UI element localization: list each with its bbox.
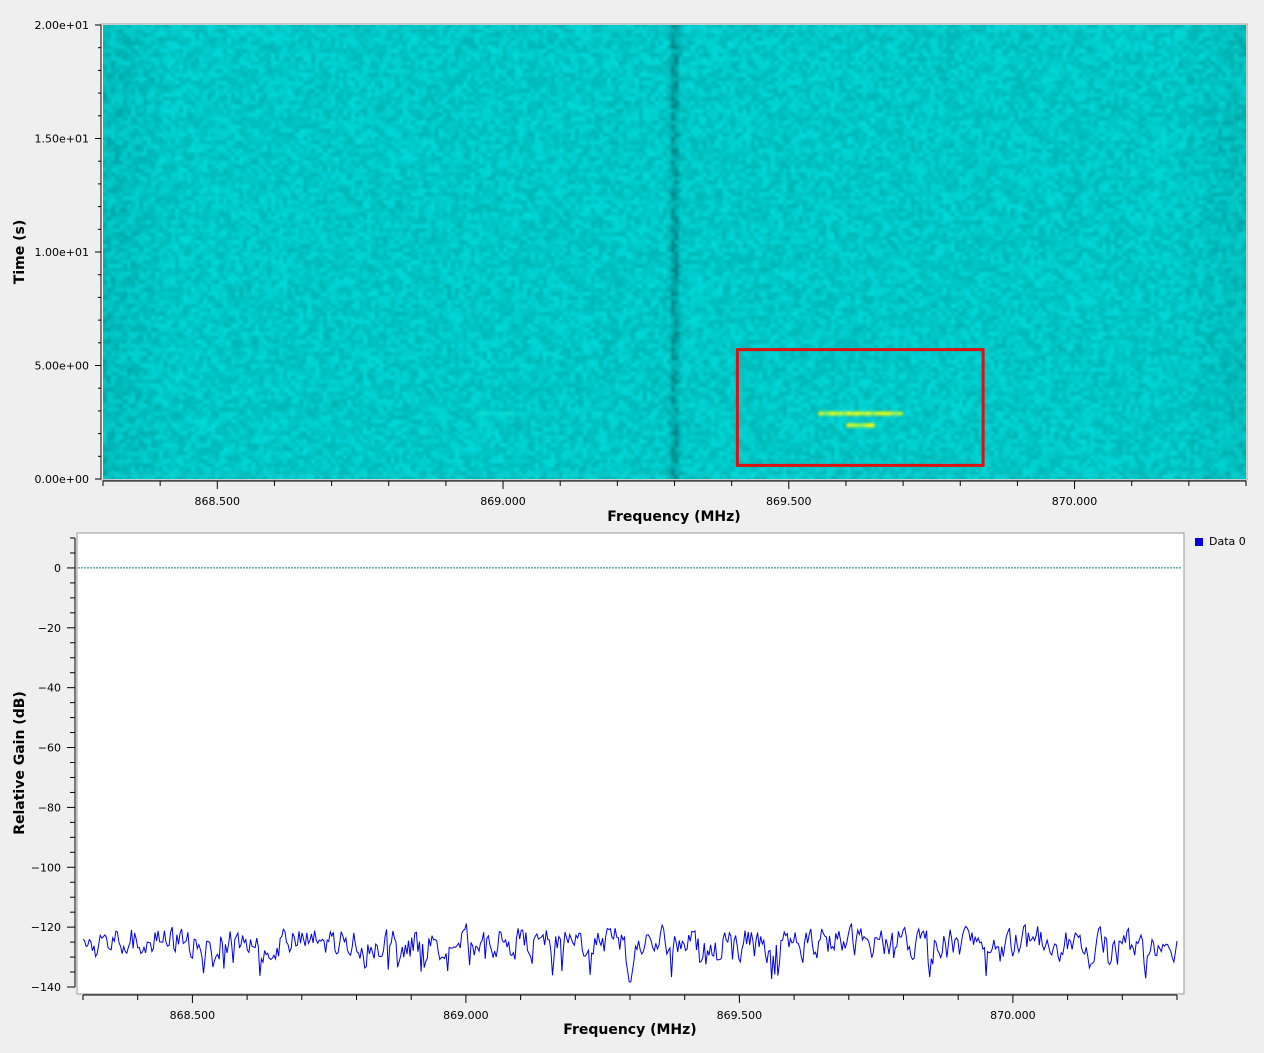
y-tick-label: 1.50e+01 (35, 133, 89, 146)
spectrum-y-axis-title: Relative Gain (dB) (12, 691, 28, 835)
y-tick-label: 5.00e+00 (35, 360, 89, 373)
spectrum-y-axis: 0 −20 −40 −60 −80 −100 −120 −140 (31, 537, 76, 994)
y-tick-label: −80 (38, 801, 61, 814)
y-tick-label: 0 (54, 562, 61, 575)
y-tick-label: −40 (38, 682, 61, 695)
waterfall-plot-area[interactable] (103, 25, 1246, 479)
x-tick-label: 868.500 (170, 1009, 216, 1022)
y-tick-label: −60 (38, 742, 61, 755)
legend-swatch-data-0 (1195, 538, 1203, 546)
spectrum-frame (76, 532, 1185, 995)
y-tick-label: −100 (31, 861, 61, 874)
y-tick-label: 2.00e+01 (35, 19, 89, 32)
waterfall-panel: 0.00e+00 5.00e+00 1.00e+01 1.50e+01 2.00e+01… (12, 19, 1248, 525)
spectrum-x-axis: 868.500 869.000 869.500 870.000 (82, 994, 1178, 1022)
x-tick-label: 870.000 (990, 1009, 1036, 1022)
y-tick-label: −140 (31, 981, 61, 994)
x-tick-label: 869.500 (717, 1009, 763, 1022)
legend[interactable]: Data 0 (1195, 535, 1246, 548)
spectrum-panel: 0 −20 −40 −60 −80 −100 −120 −140 868.500 869.000… (12, 532, 1246, 1038)
y-tick-label: −120 (31, 921, 61, 934)
y-tick-label: −20 (38, 622, 61, 635)
waterfall-x-axis-title: Frequency (MHz) (607, 509, 740, 525)
x-tick-label: 868.500 (195, 495, 241, 508)
x-tick-label: 869.000 (480, 495, 526, 508)
waterfall-y-axis: 0.00e+00 5.00e+00 1.00e+01 1.50e+01 2.00e+01 (35, 19, 102, 486)
waterfall-y-axis-title: Time (s) (12, 220, 28, 284)
waterfall-x-axis: 868.500 869.000 869.500 870.000 (102, 480, 1247, 508)
x-tick-label: 869.500 (766, 495, 812, 508)
y-tick-label: 1.00e+01 (35, 246, 89, 259)
x-tick-label: 869.000 (443, 1009, 489, 1022)
spectrum-x-axis-title: Frequency (MHz) (563, 1022, 696, 1038)
x-tick-label: 870.000 (1052, 495, 1098, 508)
spectrum-analyzer-display: 0.00e+00 5.00e+00 1.00e+01 1.50e+01 2.00e+01… (12, 19, 1248, 1038)
legend-label-data-0: Data 0 (1209, 535, 1246, 548)
waterfall-heatmap[interactable] (103, 25, 1246, 479)
y-tick-label: 0.00e+00 (35, 473, 89, 486)
